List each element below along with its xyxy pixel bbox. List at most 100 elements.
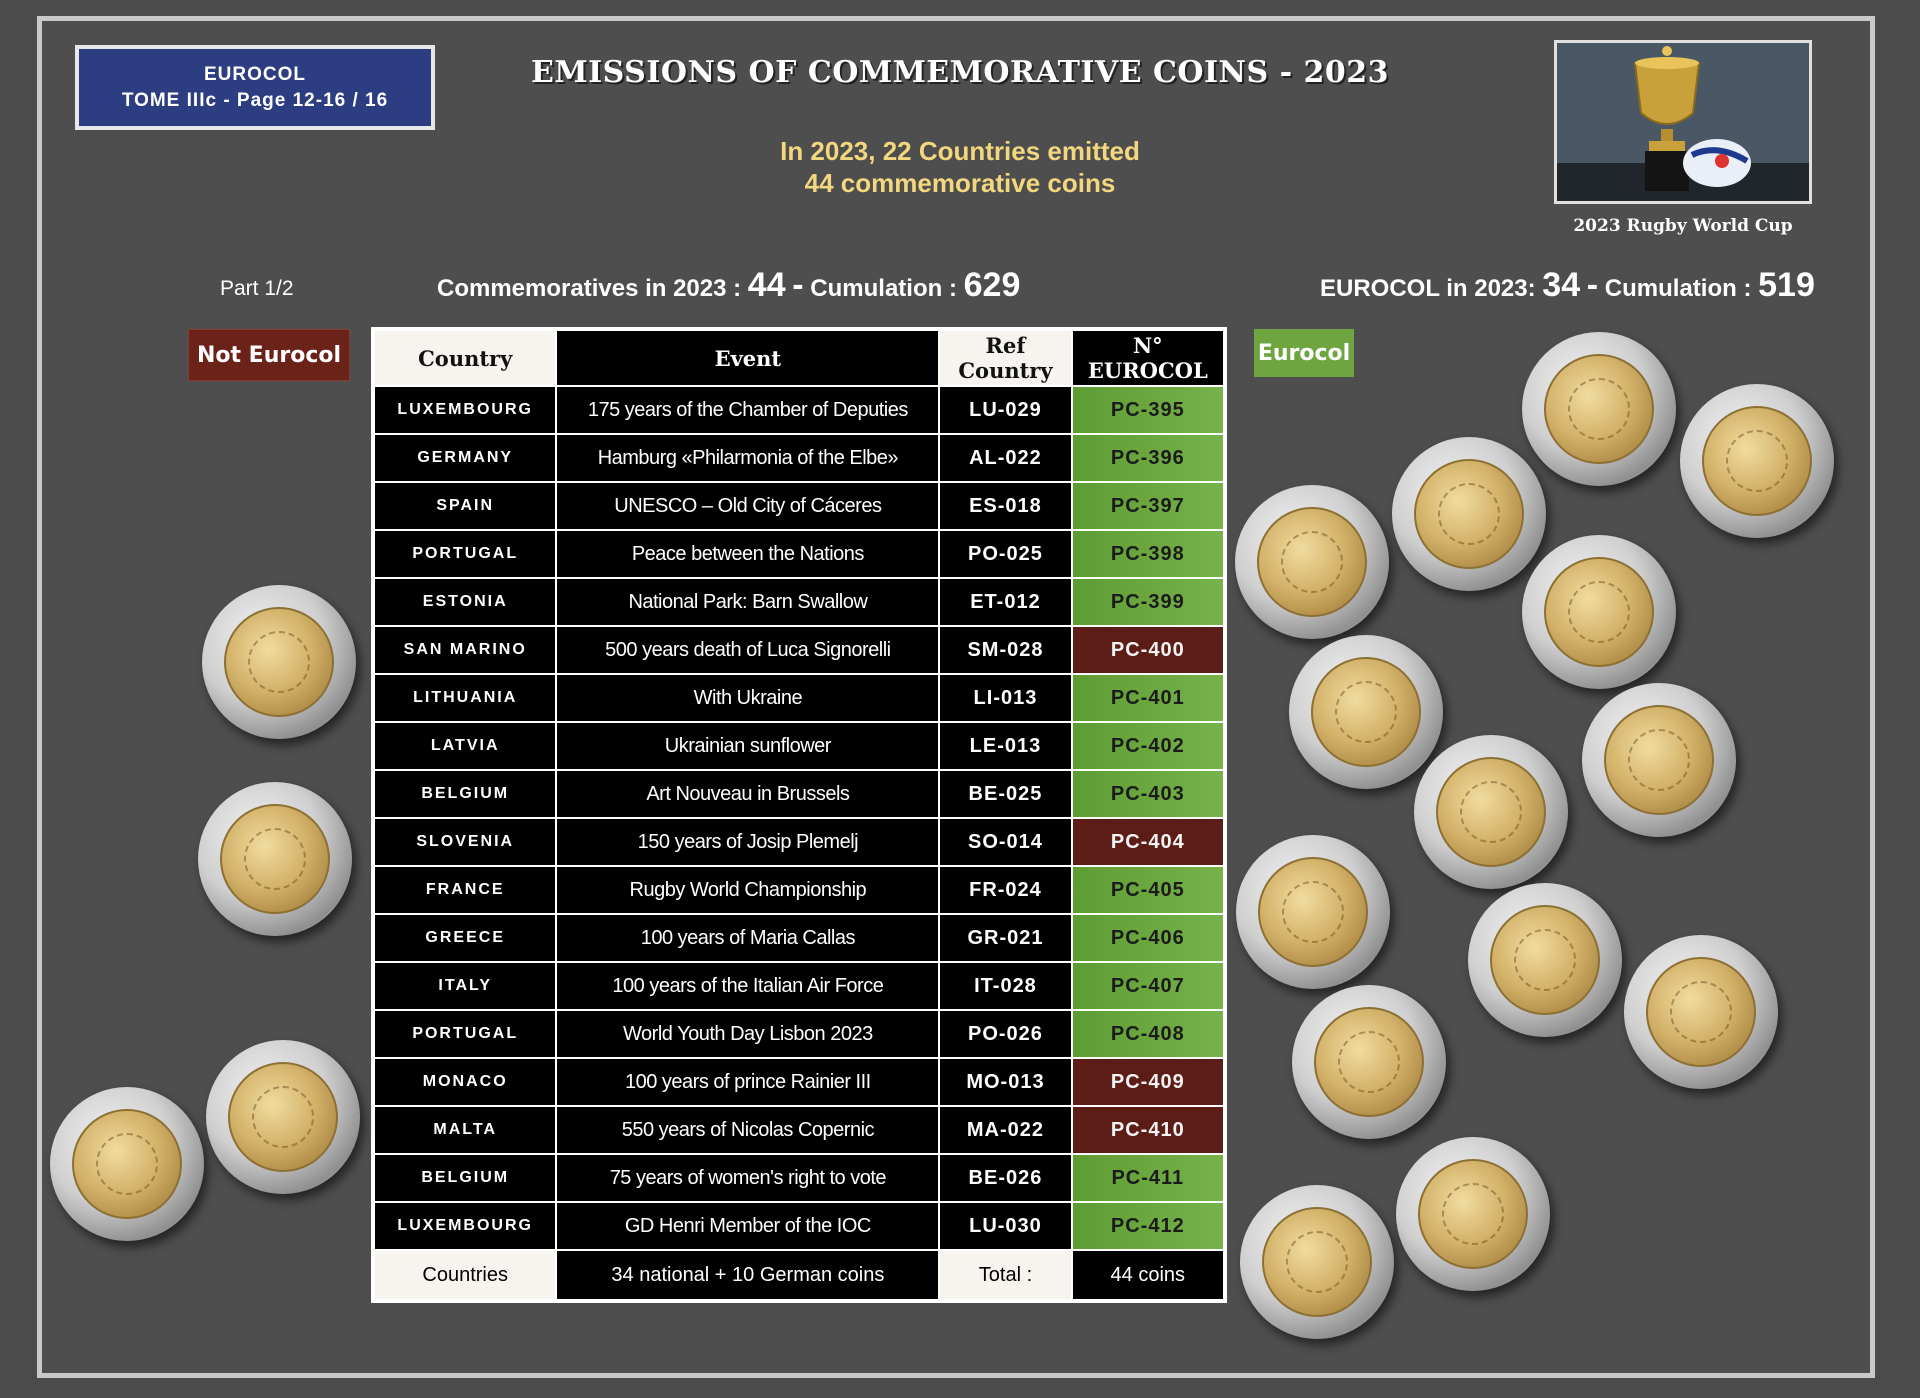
table-row: LATVIA Ukrainian sunflower LE-013 PC-402: [375, 723, 1223, 769]
country-cell: MONACO: [375, 1059, 556, 1105]
eurocol-number-cell: PC-401: [1072, 675, 1223, 721]
country-cell: SPAIN: [375, 483, 556, 529]
event-cell: 100 years of prince Rainier III: [557, 1059, 939, 1105]
country-cell: LUXEMBOURG: [375, 1203, 556, 1249]
eurocol-number-cell: PC-402: [1072, 723, 1223, 769]
eurocol-number-cell: PC-408: [1072, 1011, 1223, 1057]
comm-label: Commemoratives in 2023 :: [437, 275, 742, 302]
subtitle-line-2: 44 commemorative coins: [804, 168, 1116, 198]
event-cell: Ukrainian sunflower: [557, 723, 939, 769]
comm-value: 44: [747, 266, 786, 304]
table-row: LUXEMBOURG GD Henri Member of the IOC LU-0…: [375, 1203, 1223, 1249]
ref-country-cell: BE-025: [940, 771, 1071, 817]
subtitle: In 2023, 22 Countries emitted 44 commemo…: [620, 135, 1300, 199]
table-row: BELGIUM 75 years of women's right to vote…: [375, 1155, 1223, 1201]
cum-label: Cumulation :: [810, 275, 957, 302]
coin-image-lithuania: [1289, 635, 1443, 789]
event-cell: 75 years of women's right to vote: [557, 1155, 939, 1201]
eurocol-number-cell: PC-409: [1072, 1059, 1223, 1105]
table-row: GERMANY Hamburg «Philarmonia of the Elbe»…: [375, 435, 1223, 481]
coin-image-malta: [50, 1087, 204, 1241]
event-cell: Art Nouveau in Brussels: [557, 771, 939, 817]
coin-image-belgium-women: [1396, 1137, 1550, 1291]
ref-country-cell: LU-030: [940, 1203, 1071, 1249]
header-country: Country: [375, 331, 556, 385]
not-eurocol-badge: Not Eurocol: [188, 329, 350, 381]
coin-image-greece: [1468, 883, 1622, 1037]
table-header-row: Country Event Ref Country N° EUROCOL: [375, 331, 1223, 385]
table-row: ITALY 100 years of the Italian Air Force I…: [375, 963, 1223, 1009]
ref-country-cell: GR-021: [940, 915, 1071, 961]
ref-country-cell: AL-022: [940, 435, 1071, 481]
event-cell: World Youth Day Lisbon 2023: [557, 1011, 939, 1057]
cum-value: 629: [963, 266, 1021, 304]
country-cell: PORTUGAL: [375, 1011, 556, 1057]
coins-table: Country Event Ref Country N° EUROCOL LUX…: [373, 329, 1225, 1301]
eurocol-number-cell: PC-411: [1072, 1155, 1223, 1201]
eurocol-number-cell: PC-397: [1072, 483, 1223, 529]
event-cell: UNESCO – Old City of Cáceres: [557, 483, 939, 529]
table-row: SPAIN UNESCO – Old City of Cáceres ES-018 P…: [375, 483, 1223, 529]
coin-image-germany: [1680, 384, 1834, 538]
eurocol-number-cell: PC-405: [1072, 867, 1223, 913]
eurocol-number-cell: PC-407: [1072, 963, 1223, 1009]
ref-country-cell: ET-012: [940, 579, 1071, 625]
event-cell: 175 years of the Chamber of Deputies: [557, 387, 939, 433]
eurocol-number-cell: PC-406: [1072, 915, 1223, 961]
table-row: BELGIUM Art Nouveau in Brussels BE-025 PC-4…: [375, 771, 1223, 817]
coin-image-luxembourg-ioc: [1240, 1185, 1394, 1339]
header-eurocol-number: N° EUROCOL: [1072, 331, 1223, 385]
commemoratives-stats: Commemoratives in 2023 : 44 - Cumulation…: [437, 266, 1020, 305]
eurocol-number-cell: PC-404: [1072, 819, 1223, 865]
coin-image-luxembourg-chamber: [1522, 332, 1676, 486]
country-cell: MALTA: [375, 1107, 556, 1153]
country-cell: BELGIUM: [375, 771, 556, 817]
total-label: Total :: [940, 1251, 1071, 1299]
trophy-caption: 2023 Rugby World Cup: [1573, 216, 1793, 236]
country-cell: LATVIA: [375, 723, 556, 769]
event-cell: 100 years of Maria Callas: [557, 915, 939, 961]
coin-image-france: [1236, 835, 1390, 989]
eurocol-cum-value: 519: [1758, 266, 1815, 304]
event-cell: Rugby World Championship: [557, 867, 939, 913]
country-cell: SAN MARINO: [375, 627, 556, 673]
eurocol-number-cell: PC-396: [1072, 435, 1223, 481]
country-cell: PORTUGAL: [375, 531, 556, 577]
header-ref-country: Ref Country: [940, 331, 1071, 385]
coin-image-portugal-youth: [1292, 985, 1446, 1139]
event-cell: Hamburg «Philarmonia of the Elbe»: [557, 435, 939, 481]
ref-country-cell: SO-014: [940, 819, 1071, 865]
eurocol-cum-label: Cumulation :: [1604, 275, 1752, 302]
ref-country-cell: SM-028: [940, 627, 1071, 673]
table-row: LITHUANIA With Ukraine LI-013 PC-401: [375, 675, 1223, 721]
table-row: FRANCE Rugby World Championship FR-024 PC-4…: [375, 867, 1223, 913]
country-cell: ESTONIA: [375, 579, 556, 625]
coin-image-san-marino: [202, 585, 356, 739]
event-cell: 100 years of the Italian Air Force: [557, 963, 939, 1009]
ref-country-cell: MA-022: [940, 1107, 1071, 1153]
event-cell: GD Henri Member of the IOC: [557, 1203, 939, 1249]
coin-image-spain: [1392, 437, 1546, 591]
eurocol-number-cell: PC-399: [1072, 579, 1223, 625]
ref-country-cell: PO-026: [940, 1011, 1071, 1057]
table-row: ESTONIA National Park: Barn Swallow ET-012…: [375, 579, 1223, 625]
table-row: LUXEMBOURG 175 years of the Chamber of De…: [375, 387, 1223, 433]
ref-country-cell: PO-025: [940, 531, 1071, 577]
eurocol-label: EUROCOL in 2023:: [1320, 275, 1536, 302]
eurocol-badge: Eurocol: [1254, 329, 1354, 377]
event-cell: With Ukraine: [557, 675, 939, 721]
event-cell: Peace between the Nations: [557, 531, 939, 577]
country-cell: SLOVENIA: [375, 819, 556, 865]
table-row: GREECE 100 years of Maria Callas GR-021 PC-…: [375, 915, 1223, 961]
event-cell: 550 years of Nicolas Copernic: [557, 1107, 939, 1153]
table-row: SAN MARINO 500 years death of Luca Signor…: [375, 627, 1223, 673]
eurocol-number-cell: PC-412: [1072, 1203, 1223, 1249]
coin-image-monaco: [206, 1040, 360, 1194]
page-title: EMISSIONS OF COMMEMORATIVE COINS - 2023: [531, 55, 1389, 90]
country-cell: GREECE: [375, 915, 556, 961]
eurocol-number-cell: PC-395: [1072, 387, 1223, 433]
country-cell: FRANCE: [375, 867, 556, 913]
country-cell: LITHUANIA: [375, 675, 556, 721]
trophy-photo: [1554, 40, 1812, 204]
total-breakdown: 34 national + 10 German coins: [557, 1251, 939, 1299]
